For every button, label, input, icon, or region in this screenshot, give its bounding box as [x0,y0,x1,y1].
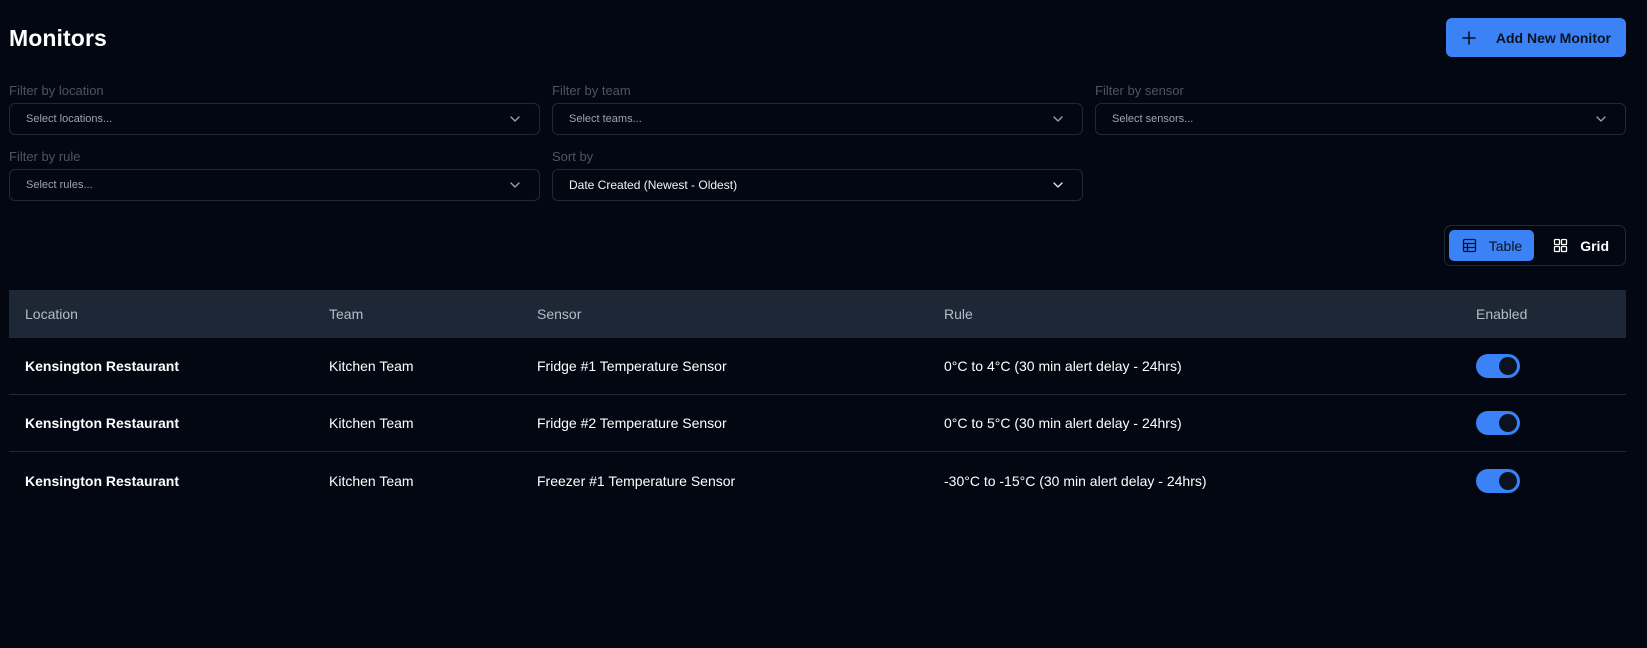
enabled-toggle[interactable] [1476,354,1520,378]
sensor-select[interactable]: Select sensors... [1095,103,1626,135]
row-rule: 0°C to 4°C (30 min alert delay - 24hrs) [944,358,1182,374]
grid-view-label: Grid [1580,237,1609,254]
sort-by-label: Sort by [552,149,594,164]
add-new-monitor-button[interactable]: Add New Monitor [1445,18,1626,57]
row-location: Kensington Restaurant [25,472,180,489]
row-rule: -30°C to -15°C (30 min alert delay - 24h… [944,472,1207,489]
filter-team-label: Filter by team [552,83,631,98]
filter-sensor: Filter by sensor Select sensors... [1095,83,1626,135]
filters-panel: Filter by location Select locations... F… [9,83,1626,201]
column-header-location[interactable]: Location [9,306,329,322]
column-header-sensor[interactable]: Sensor [537,306,944,322]
row-team: Kitchen Team [329,358,414,374]
table-row[interactable]: Kensington Restaurant Kitchen Team Fridg… [9,395,1626,452]
row-sensor: Fridge #2 Temperature Sensor [537,415,727,431]
column-header-team[interactable]: Team [329,306,537,322]
team-select[interactable]: Select teams... [552,103,1083,135]
row-enabled-cell [1476,354,1626,378]
row-enabled-cell [1476,468,1626,493]
chevron-down-icon [1053,116,1063,122]
chevron-down-icon [1053,182,1063,188]
toggle-knob [1499,357,1517,375]
column-header-rule[interactable]: Rule [944,306,1476,322]
enabled-toggle[interactable] [1476,468,1520,493]
table-row[interactable]: Kensington Restaurant Kitchen Team Fridg… [9,338,1626,395]
row-team: Kitchen Team [329,472,414,489]
rule-select[interactable]: Select rules... [9,169,540,201]
row-location: Kensington Restaurant [25,415,180,431]
table-view-label: Table [1488,237,1523,254]
row-team: Kitchen Team [329,415,414,431]
grid-view-button[interactable]: Grid [1540,230,1621,261]
table-row[interactable]: Kensington Restaurant Kitchen Team Freez… [9,452,1626,509]
team-select-placeholder: Select teams... [569,113,642,125]
monitors-table: Location Team Sensor Rule Enabled Kensin… [9,290,1626,509]
view-toggle: Table Grid [1443,225,1626,266]
toggle-knob [1499,471,1517,490]
filter-rule-label: Filter by rule [9,149,81,164]
row-enabled-cell [1476,411,1626,435]
chevron-down-icon [510,116,520,122]
location-select-placeholder: Select locations... [26,113,113,125]
enabled-toggle[interactable] [1476,411,1520,435]
grid-icon [1554,238,1568,253]
view-toggle-row: Table Grid [9,225,1626,266]
sort-by: Sort by Date Created (Newest - Oldest) [552,149,1083,201]
table-view-button[interactable]: Table [1448,230,1535,261]
chevron-down-icon [510,182,520,188]
add-new-monitor-label: Add New Monitor [1495,29,1611,46]
filter-rule: Filter by rule Select rules... [9,149,540,201]
page-title: Monitors [9,25,107,51]
location-select[interactable]: Select locations... [9,103,540,135]
row-location: Kensington Restaurant [25,358,180,374]
filter-location: Filter by location Select locations... [9,83,540,135]
chevron-down-icon [1596,116,1606,122]
column-header-enabled[interactable]: Enabled [1476,306,1626,322]
plus-icon [1462,30,1476,45]
row-sensor: Fridge #1 Temperature Sensor [537,358,727,374]
row-sensor: Freezer #1 Temperature Sensor [537,472,736,489]
filter-team: Filter by team Select teams... [552,83,1083,135]
sensor-select-placeholder: Select sensors... [1112,113,1194,125]
page-header: Monitors Add New Monitor [9,0,1626,80]
sort-select[interactable]: Date Created (Newest - Oldest) [552,169,1083,201]
filter-sensor-label: Filter by sensor [1095,83,1184,98]
sort-select-value: Date Created (Newest - Oldest) [569,178,738,192]
rule-select-placeholder: Select rules... [26,179,93,191]
row-rule: 0°C to 5°C (30 min alert delay - 24hrs) [944,415,1182,431]
table-icon [1462,238,1476,253]
monitors-page: Monitors Add New Monitor Filter by locat… [0,0,1647,648]
toggle-knob [1499,414,1517,432]
table-header: Location Team Sensor Rule Enabled [9,290,1626,338]
filter-location-label: Filter by location [9,83,104,98]
